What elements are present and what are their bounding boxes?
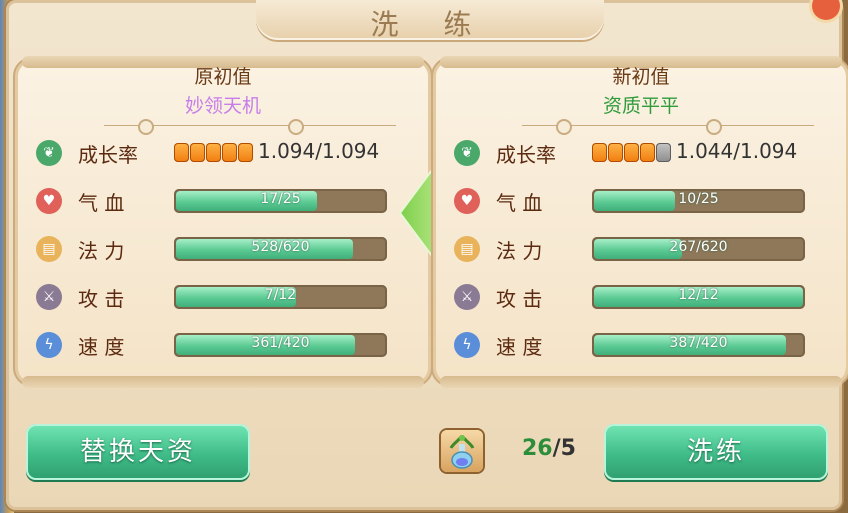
stat-bar: 17/25 xyxy=(174,189,387,213)
heart-icon: ♥ xyxy=(36,188,62,214)
panel-title: 原初值 xyxy=(194,66,252,88)
stat-bar: 267/620 xyxy=(592,237,805,261)
item-count-required: 5 xyxy=(560,436,576,461)
stat-bar: 12/12 xyxy=(592,285,805,309)
growth-pip xyxy=(174,143,189,162)
scroll-edge-bottom xyxy=(440,376,842,388)
quality-label: 妙领天机 xyxy=(184,95,261,117)
sprout-icon: ❦ xyxy=(454,140,480,166)
stat-label: 气 血 xyxy=(496,191,543,215)
stat-label: 法 力 xyxy=(78,239,125,263)
stat-row-mana: ▤ 法 力 267/620 xyxy=(454,234,834,264)
stat-bar: 361/420 xyxy=(174,333,387,357)
growth-row: ❦ 成长率 1.044/1.094 xyxy=(454,138,834,168)
stat-row-attack: ⚔ 攻 击 7/12 xyxy=(36,282,416,312)
growth-row: ❦ 成长率 1.094/1.094 xyxy=(36,138,416,168)
growth-pip xyxy=(608,143,623,162)
growth-pip xyxy=(624,143,639,162)
growth-pip xyxy=(206,143,221,162)
growth-value: 1.094/1.094 xyxy=(258,139,380,163)
stat-row-hp: ♥ 气 血 10/25 xyxy=(454,186,834,216)
growth-pip xyxy=(592,143,607,162)
item-count-current: 26 xyxy=(522,436,553,461)
divider-ornament-icon xyxy=(288,119,304,135)
stat-value: 387/420 xyxy=(669,335,728,351)
stat-label: 气 血 xyxy=(78,191,125,215)
item-count: 26/5 xyxy=(522,436,576,461)
stat-value: 12/12 xyxy=(678,287,719,303)
new-values-panel: 新初值 资质平平 ❦ 成长率 1.044/1.094 ♥ 气 血 10/25 ▤… xyxy=(436,56,846,388)
replace-aptitude-button[interactable]: 替换天资 xyxy=(26,424,250,480)
lightning-icon: ϟ xyxy=(36,332,62,358)
stat-bar: 7/12 xyxy=(174,285,387,309)
divider-ornament-icon xyxy=(706,119,722,135)
growth-value: 1.044/1.094 xyxy=(676,139,798,163)
growth-pip xyxy=(222,143,237,162)
stat-value: 7/12 xyxy=(264,287,297,303)
quality-label: 资质平平 xyxy=(602,95,679,117)
stat-row-speed: ϟ 速 度 387/420 xyxy=(454,330,834,360)
scroll-edge-bottom xyxy=(22,376,424,388)
growth-pips xyxy=(174,142,254,164)
scroll-icon: ▤ xyxy=(36,236,62,262)
stat-bar: 528/620 xyxy=(174,237,387,261)
stat-value: 361/420 xyxy=(251,335,310,351)
heart-icon: ♥ xyxy=(454,188,480,214)
stat-value: 17/25 xyxy=(260,191,301,207)
stat-bar: 387/420 xyxy=(592,333,805,357)
original-values-panel: 原初值 妙领天机 ❦ 成长率 1.094/1.094 ♥ 气 血 17/25 ▤… xyxy=(18,56,428,388)
stat-row-speed: ϟ 速 度 361/420 xyxy=(36,330,416,360)
stat-value: 267/620 xyxy=(669,239,728,255)
refine-button[interactable]: 洗练 xyxy=(604,424,828,480)
growth-pips xyxy=(592,142,672,164)
lightning-icon: ϟ xyxy=(454,332,480,358)
stat-value: 528/620 xyxy=(251,239,310,255)
stat-row-mana: ▤ 法 力 528/620 xyxy=(36,234,416,264)
growth-pip xyxy=(656,143,671,162)
sprout-icon: ❦ xyxy=(36,140,62,166)
stat-row-attack: ⚔ 攻 击 12/12 xyxy=(454,282,834,312)
potion-bottle-graphic xyxy=(449,435,475,469)
divider-ornament-icon xyxy=(138,119,154,135)
divider-ornament-icon xyxy=(556,119,572,135)
close-button[interactable] xyxy=(812,0,840,20)
sword-icon: ⚔ xyxy=(36,284,62,310)
growth-pip xyxy=(238,143,253,162)
growth-label: 成长率 xyxy=(78,143,138,167)
title-banner: 洗 练 xyxy=(256,0,604,41)
stat-row-hp: ♥ 气 血 17/25 xyxy=(36,186,416,216)
stat-label: 法 力 xyxy=(496,239,543,263)
stat-bar: 10/25 xyxy=(592,189,805,213)
growth-pip xyxy=(190,143,205,162)
growth-label: 成长率 xyxy=(496,143,556,167)
stat-label: 速 度 xyxy=(496,335,543,359)
dialog-title: 洗 练 xyxy=(370,8,490,41)
potion-bottle-icon[interactable] xyxy=(441,430,483,472)
stat-label: 攻 击 xyxy=(496,287,543,311)
stat-label: 攻 击 xyxy=(78,287,125,311)
scroll-icon: ▤ xyxy=(454,236,480,262)
panel-title: 新初值 xyxy=(612,66,670,88)
growth-pip xyxy=(640,143,655,162)
sword-icon: ⚔ xyxy=(454,284,480,310)
item-count-separator: / xyxy=(552,436,561,461)
stat-label: 速 度 xyxy=(78,335,125,359)
stat-value: 10/25 xyxy=(678,191,719,207)
